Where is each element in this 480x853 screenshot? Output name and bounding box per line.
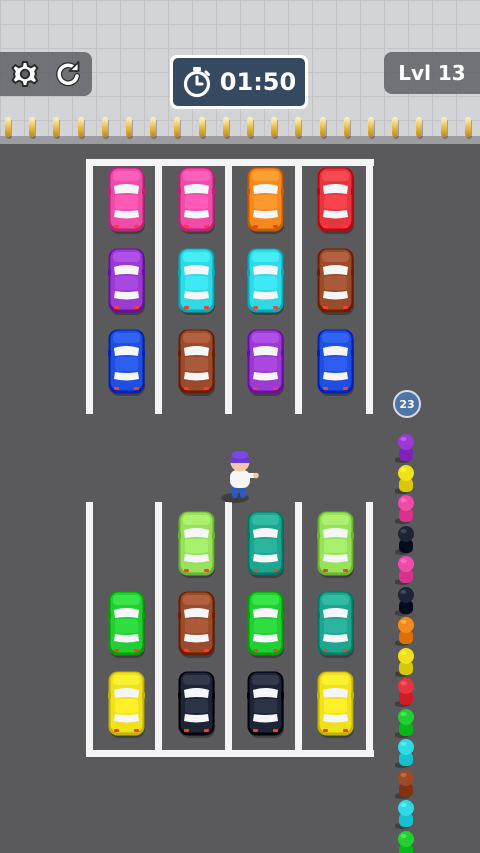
passenger-yellow [394, 646, 417, 678]
car-purple[interactable] [247, 329, 285, 397]
car-pink[interactable] [178, 167, 216, 235]
passenger-brown [394, 768, 417, 800]
bollard [440, 117, 447, 137]
car-purple[interactable] [108, 248, 146, 316]
passenger-green [395, 829, 417, 853]
timer-panel: 01:50 [170, 55, 308, 109]
car-cyan[interactable] [178, 248, 216, 316]
passenger-green [394, 707, 417, 739]
lower-lot-divider [366, 502, 373, 757]
bollard [368, 117, 374, 137]
upper-lot-divider [86, 159, 93, 414]
car-cyan[interactable] [247, 248, 285, 316]
bollard [150, 117, 157, 137]
bollard [247, 117, 253, 137]
passenger-yellow [394, 463, 417, 495]
bollard [101, 117, 108, 137]
car-pink[interactable] [108, 167, 146, 235]
bollard [198, 117, 205, 137]
car-navy[interactable] [178, 671, 216, 739]
car-lime[interactable] [178, 511, 216, 579]
bollard [5, 117, 11, 137]
car-yellow[interactable] [108, 671, 146, 739]
bollard [295, 117, 302, 137]
upper-lot-divider [366, 159, 373, 414]
queue-count-badge: 23 [393, 390, 421, 418]
car-brown[interactable] [317, 248, 355, 316]
passenger-red [394, 676, 417, 708]
car-blue[interactable] [108, 329, 146, 397]
settings-button[interactable] [9, 58, 41, 90]
queue-count: 23 [399, 397, 415, 411]
passenger-purple [394, 432, 417, 464]
bollard [343, 117, 350, 137]
car-teal[interactable] [317, 591, 355, 659]
player-character[interactable] [221, 448, 261, 504]
lower-lot-divider [86, 502, 93, 757]
passenger-pink [394, 493, 417, 525]
upper-lot-divider [295, 159, 302, 414]
passenger-navy [394, 585, 417, 617]
passenger-cyan [394, 737, 417, 769]
passenger-navy [394, 524, 417, 556]
car-green[interactable] [247, 591, 285, 659]
passenger-cyan [394, 798, 417, 830]
passenger-orange [394, 615, 417, 647]
bollard [126, 117, 132, 137]
lower-lot-divider [155, 502, 162, 757]
car-navy[interactable] [247, 671, 285, 739]
car-green[interactable] [108, 591, 146, 659]
timer-value: 01:50 [219, 68, 297, 96]
car-lime[interactable] [317, 511, 355, 579]
car-orange[interactable] [247, 167, 285, 235]
bollard [174, 117, 181, 137]
restart-button[interactable] [52, 58, 84, 90]
bollard [319, 117, 326, 137]
bollard [77, 117, 84, 137]
car-yellow[interactable] [317, 671, 355, 739]
bollard [222, 117, 229, 137]
car-teal[interactable] [247, 511, 285, 579]
bollard [464, 117, 471, 137]
passenger-pink [394, 554, 417, 586]
car-red[interactable] [317, 167, 355, 235]
level-label: Lvl 13 [398, 61, 466, 85]
bollard [392, 117, 399, 137]
stopwatch-icon [183, 67, 210, 98]
upper-lot-divider [155, 159, 162, 414]
bollard [29, 117, 36, 137]
car-blue[interactable] [317, 329, 355, 397]
level-panel: Lvl 13 [384, 52, 480, 94]
car-brown[interactable] [178, 591, 216, 659]
curb [0, 136, 480, 144]
restart-icon [56, 61, 80, 87]
gear-icon [11, 61, 39, 87]
upper-lot-divider [225, 159, 232, 414]
lower-lot-divider [225, 502, 232, 757]
car-brown[interactable] [178, 329, 216, 397]
bollard [271, 117, 278, 137]
lower-lot-divider [295, 502, 302, 757]
bollard [53, 117, 60, 137]
bollard [416, 117, 423, 137]
